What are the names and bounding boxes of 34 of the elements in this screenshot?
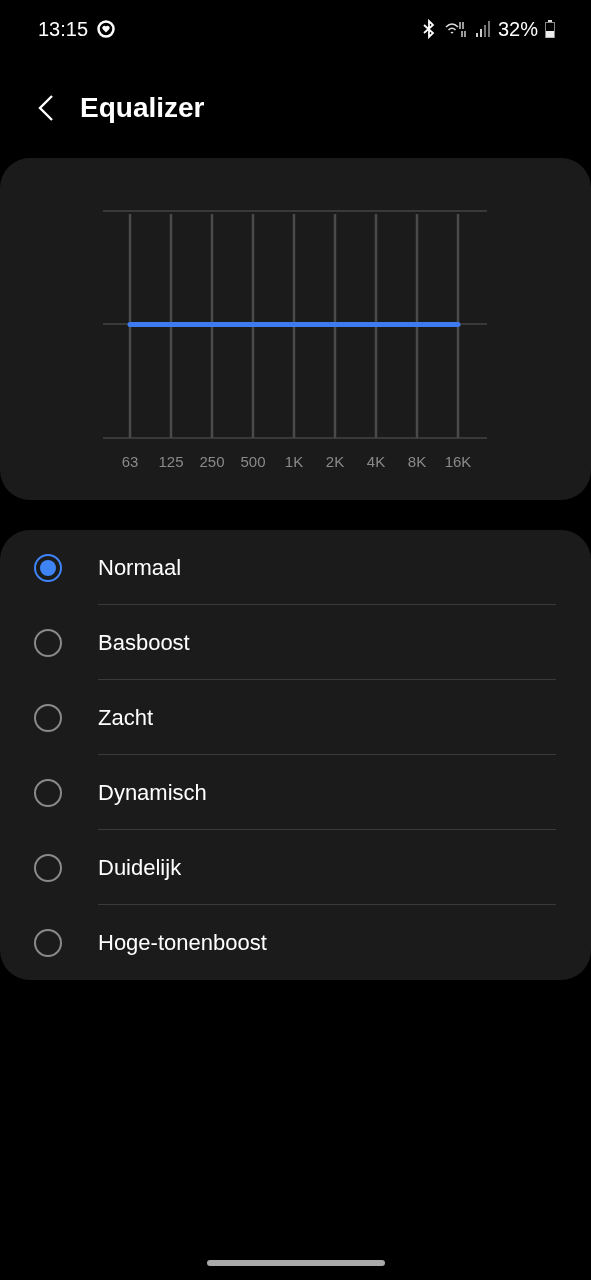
band-label: 2K — [325, 453, 345, 470]
battery-percent: 32% — [497, 17, 538, 42]
page-title: Equalizer — [80, 91, 205, 125]
band-label: 4K — [366, 453, 386, 470]
preset-option[interactable]: Basboost — [0, 605, 591, 680]
signal-icon — [474, 19, 491, 39]
band-label: 16K — [444, 453, 472, 470]
battery-icon — [545, 20, 555, 38]
band-label: 1K — [284, 453, 304, 470]
preset-option[interactable]: Hoge-tonenboost — [0, 905, 591, 980]
preset-label: Normaal — [98, 553, 182, 582]
preset-label: Dynamisch — [98, 778, 207, 807]
health-icon — [96, 19, 117, 39]
radio-button[interactable] — [34, 928, 62, 957]
preset-option[interactable]: Normaal — [0, 530, 591, 605]
status-time: 13:15 — [38, 17, 89, 42]
preset-label: Duidelijk — [98, 853, 182, 882]
radio-button[interactable] — [34, 778, 62, 807]
preset-option[interactable]: Dynamisch — [0, 755, 591, 830]
preset-label: Basboost — [98, 628, 190, 657]
band-label: 125 — [158, 453, 184, 470]
preset-option[interactable]: Duidelijk — [0, 830, 591, 905]
radio-button[interactable] — [34, 703, 62, 732]
radio-button[interactable] — [34, 553, 62, 582]
preset-option[interactable]: Zacht — [0, 680, 591, 755]
wifi-icon — [443, 19, 468, 39]
preset-label: Hoge-tonenboost — [98, 929, 267, 957]
band-label: 8K — [407, 453, 427, 470]
radio-button[interactable] — [34, 853, 62, 882]
band-label: 63 — [121, 453, 139, 470]
preset-label: Zacht — [98, 703, 154, 732]
band-label: 250 — [199, 453, 225, 470]
band-label: 500 — [240, 453, 266, 470]
radio-button[interactable] — [34, 628, 62, 657]
